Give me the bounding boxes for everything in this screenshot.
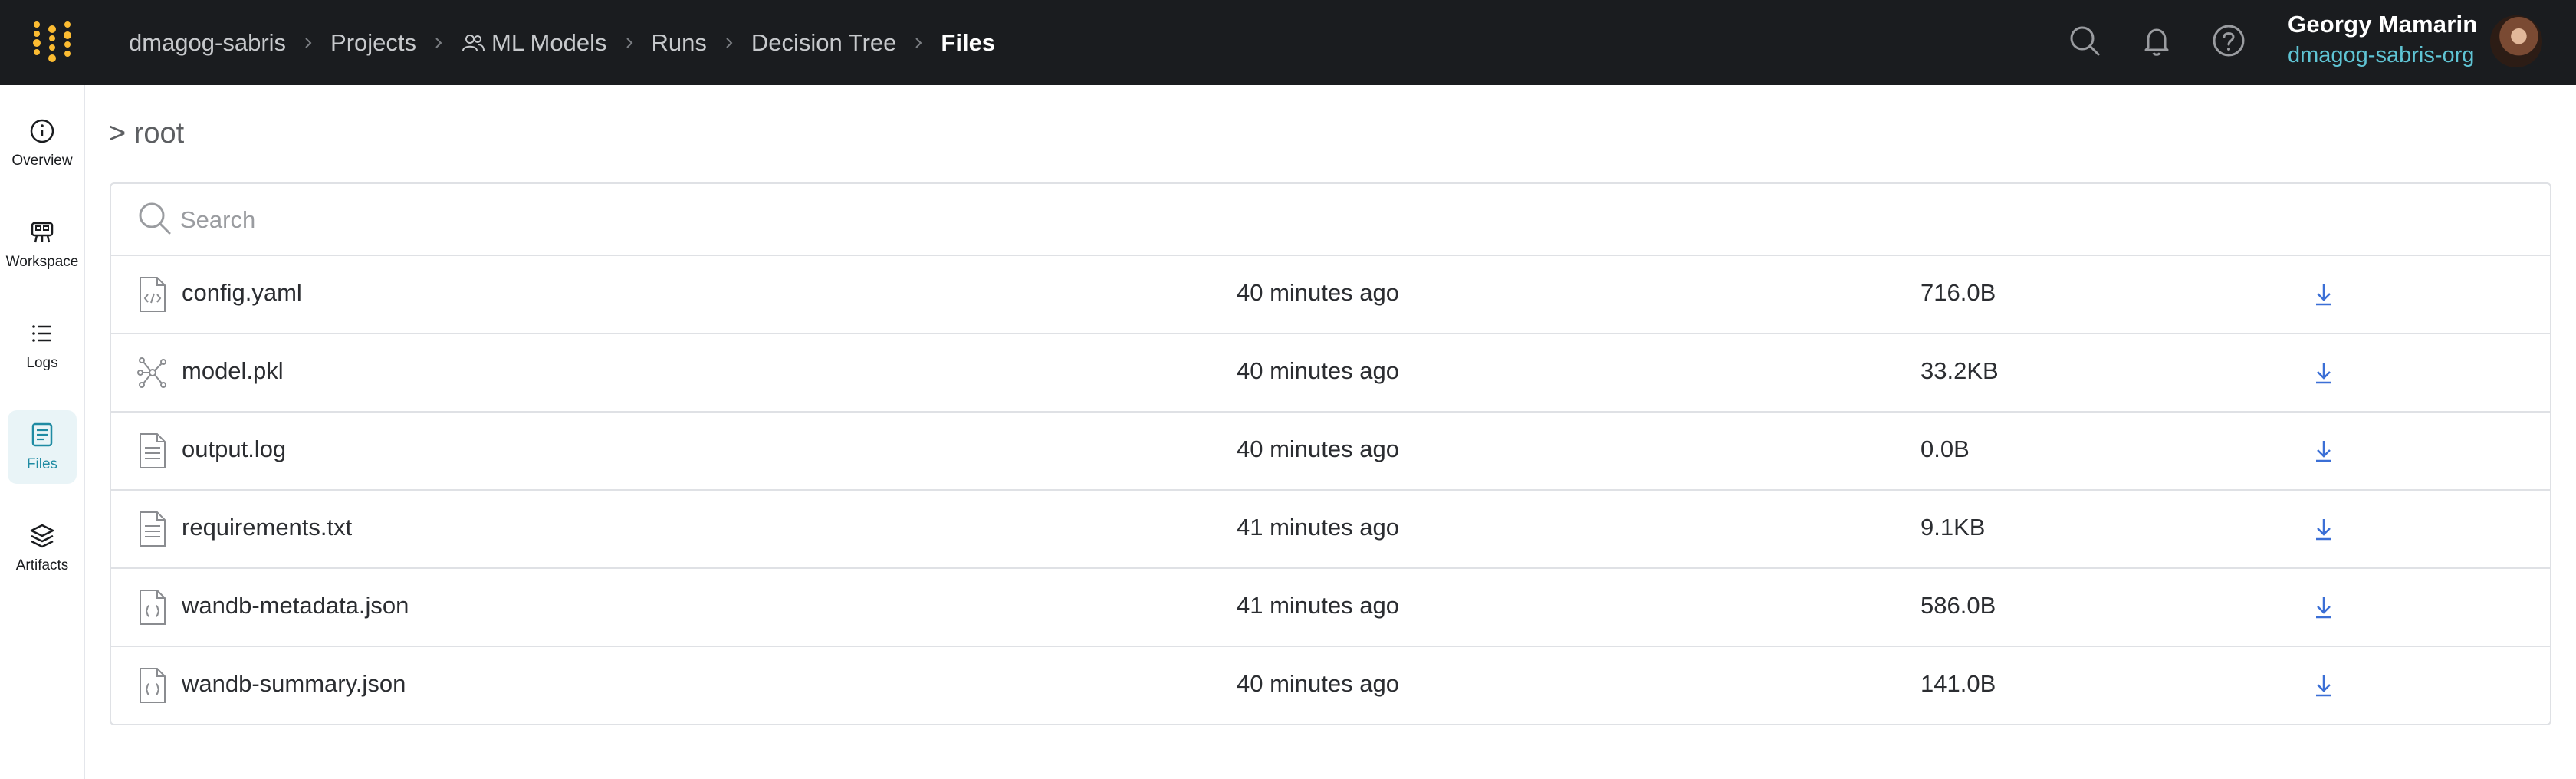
file-size: 33.2KB <box>1921 357 1999 384</box>
file-name-link[interactable]: wandb-summary.json <box>182 670 406 698</box>
files-table: config.yaml 40 minutes ago 716.0B model.pkl… <box>110 182 2551 725</box>
text-file-icon <box>140 433 166 468</box>
download-icon[interactable] <box>2310 672 2338 699</box>
layers-icon <box>30 524 54 548</box>
code-file-icon <box>140 277 166 312</box>
download-icon[interactable] <box>2310 593 2338 621</box>
table-row[interactable]: model.pkl 40 minutes ago 33.2KB <box>111 334 2550 413</box>
sidebar-item-label: Logs <box>26 355 58 371</box>
wandb-logo-icon[interactable] <box>29 18 75 64</box>
breadcrumb-entity[interactable]: dmagog-sabris <box>129 29 286 57</box>
file-size: 586.0B <box>1921 592 1996 619</box>
search-input[interactable] <box>180 199 2480 241</box>
chevron-right-icon <box>432 36 445 50</box>
table-row[interactable]: requirements.txt 41 minutes ago 9.1KB <box>111 491 2550 569</box>
sidebar-item-overview[interactable]: Overview <box>8 107 77 180</box>
search-icon[interactable] <box>2067 23 2102 58</box>
search-bar <box>111 184 2550 256</box>
chevron-right-icon <box>912 36 925 50</box>
breadcrumb: dmagog-sabris Projects ML Models Runs De… <box>129 0 995 85</box>
file-name-link[interactable]: wandb-metadata.json <box>182 592 409 620</box>
users-icon <box>462 34 485 51</box>
breadcrumb-project[interactable]: ML Models <box>461 28 607 57</box>
breadcrumb-files[interactable]: Files <box>941 29 995 57</box>
sidebar-item-label: Overview <box>12 153 73 169</box>
file-modified: 40 minutes ago <box>1237 436 1399 462</box>
user-name: Georgy Mamarin <box>2288 11 2478 38</box>
file-modified: 41 minutes ago <box>1237 592 1399 619</box>
json-file-icon <box>140 668 166 703</box>
download-icon[interactable] <box>2310 437 2338 465</box>
user-info[interactable]: Georgy Mamarin dmagog-sabris-org <box>2288 11 2477 68</box>
sidebar-item-logs[interactable]: Logs <box>8 309 77 383</box>
file-size: 0.0B <box>1921 436 1970 462</box>
avatar[interactable] <box>2490 15 2542 67</box>
file-name-link[interactable]: output.log <box>182 436 286 463</box>
sidebar-item-label: Workspace <box>5 254 79 270</box>
user-org-link[interactable]: dmagog-sabris-org <box>2288 43 2477 68</box>
breadcrumb-projects[interactable]: Projects <box>330 29 416 57</box>
chevron-right-icon <box>623 36 636 50</box>
table-row[interactable]: output.log 40 minutes ago 0.0B <box>111 413 2550 491</box>
model-graph-icon <box>137 357 166 388</box>
breadcrumb-runs[interactable]: Runs <box>652 29 707 57</box>
file-name-link[interactable]: config.yaml <box>182 279 302 307</box>
table-row[interactable]: wandb-metadata.json 41 minutes ago 586.0B <box>111 569 2550 647</box>
file-modified: 40 minutes ago <box>1237 357 1399 384</box>
file-name-link[interactable]: model.pkl <box>182 357 284 385</box>
bell-icon[interactable] <box>2139 23 2174 58</box>
file-icon <box>31 422 53 447</box>
file-size: 9.1KB <box>1921 514 1986 541</box>
info-icon <box>30 119 54 143</box>
sidebar-item-artifacts[interactable]: Artifacts <box>8 511 77 585</box>
page-title: > root <box>109 117 185 150</box>
chevron-right-icon <box>722 36 736 50</box>
download-icon[interactable] <box>2310 359 2338 386</box>
file-name-link[interactable]: requirements.txt <box>182 514 352 541</box>
table-row[interactable]: config.yaml 40 minutes ago 716.0B <box>111 256 2550 334</box>
download-icon[interactable] <box>2310 281 2338 308</box>
sidebar-item-files[interactable]: Files <box>8 410 77 484</box>
sidebar: Overview Workspace Logs Files Artifacts <box>0 85 85 779</box>
breadcrumb-run[interactable]: Decision Tree <box>751 29 897 57</box>
search-icon <box>139 202 171 235</box>
download-icon[interactable] <box>2310 515 2338 543</box>
json-file-icon <box>140 590 166 625</box>
file-size: 716.0B <box>1921 279 1996 306</box>
list-icon <box>32 325 51 342</box>
file-size: 141.0B <box>1921 670 1996 697</box>
sidebar-item-label: Files <box>26 456 58 472</box>
table-row[interactable]: wandb-summary.json 40 minutes ago 141.0B <box>111 647 2550 725</box>
sidebar-item-workspace[interactable]: Workspace <box>5 208 79 281</box>
top-navigation-bar: dmagog-sabris Projects ML Models Runs De… <box>0 0 2576 85</box>
file-modified: 40 minutes ago <box>1237 670 1399 697</box>
text-file-icon <box>140 511 166 547</box>
workspace-icon <box>31 222 54 243</box>
help-icon[interactable] <box>2211 23 2246 58</box>
file-modified: 41 minutes ago <box>1237 514 1399 541</box>
file-modified: 40 minutes ago <box>1237 279 1399 306</box>
breadcrumb-project-label: ML Models <box>491 28 607 56</box>
sidebar-item-label: Artifacts <box>15 557 69 574</box>
chevron-right-icon <box>301 36 315 50</box>
